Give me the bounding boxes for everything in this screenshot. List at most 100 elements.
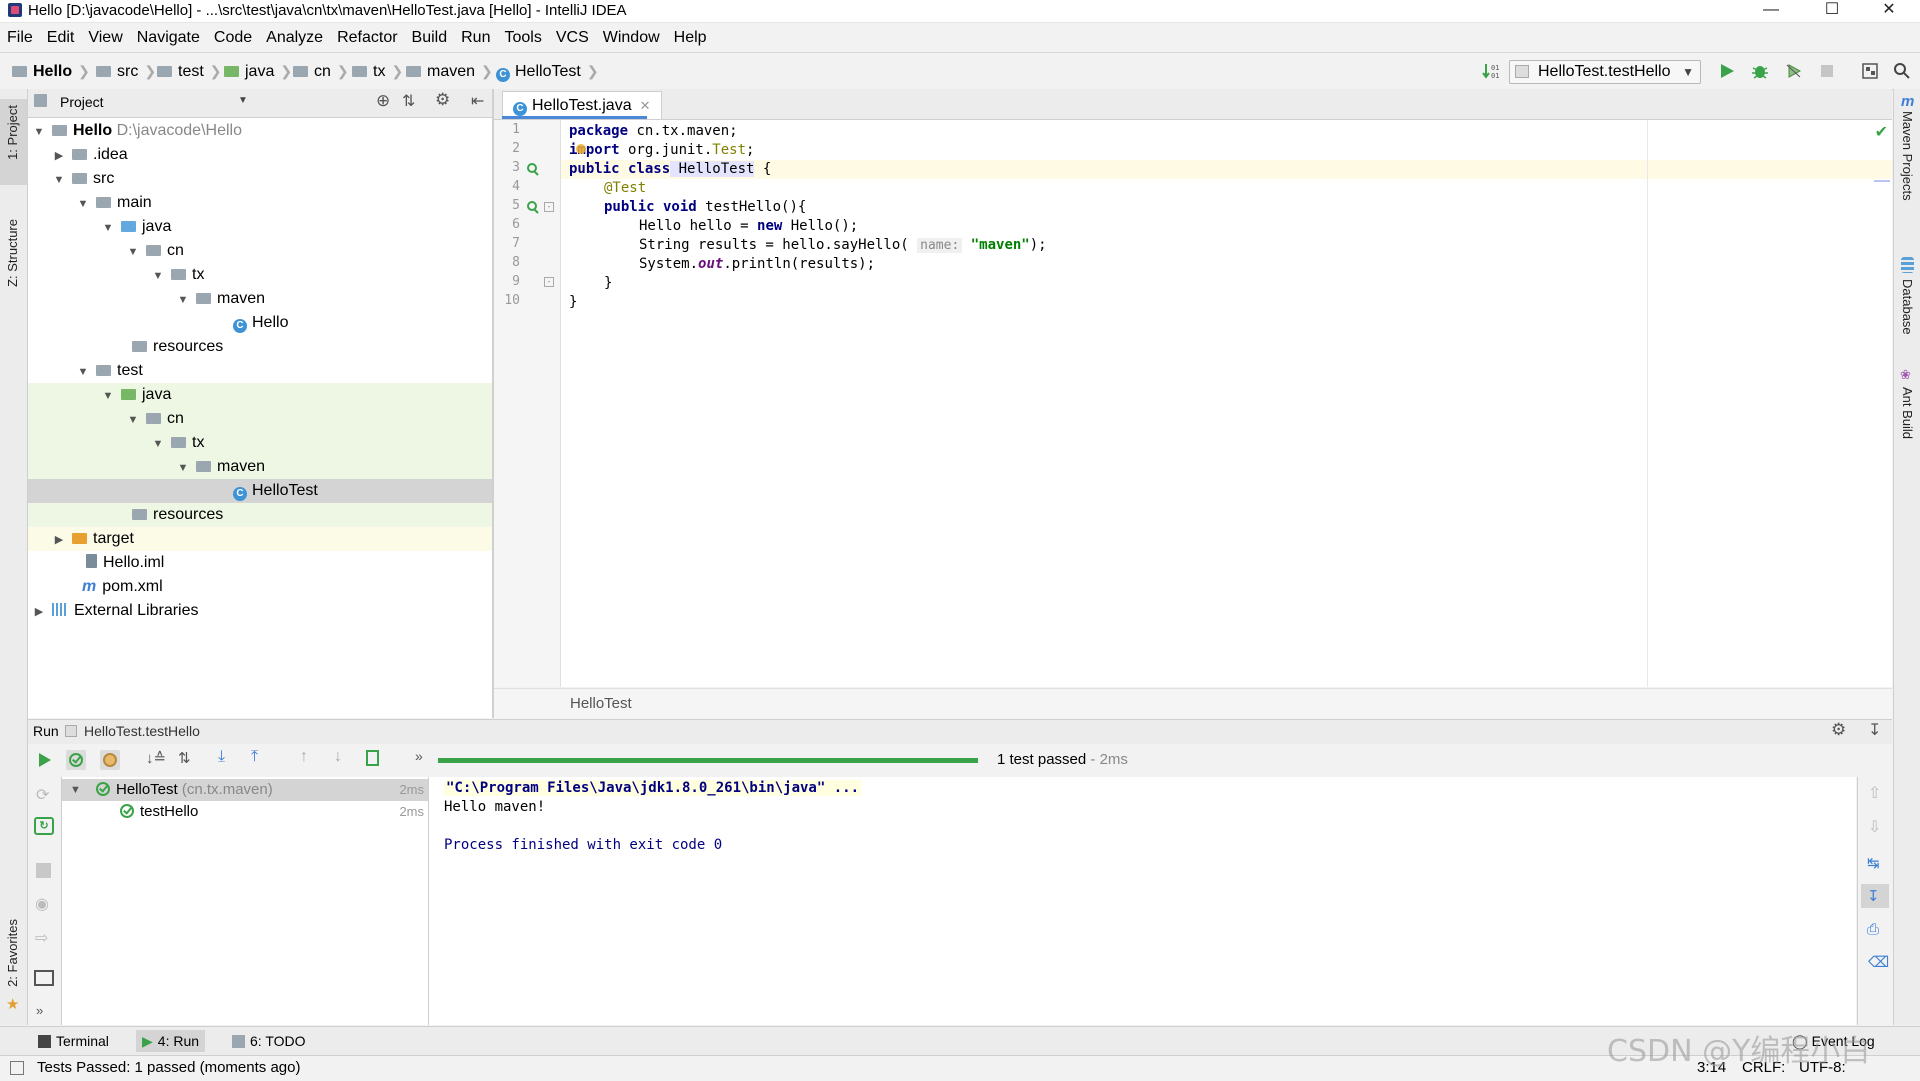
breadcrumb-cn[interactable]: cn ❯	[293, 53, 349, 89]
project-panel-title[interactable]: Project	[60, 94, 104, 110]
camera-icon[interactable]: ◉	[35, 894, 49, 914]
test-row-hellotest[interactable]: ▼ HelloTest (cn.tx.maven) 2ms	[62, 779, 428, 801]
tree-item-pom[interactable]: m pom.xml	[28, 575, 492, 599]
tab-ant-build[interactable]: Ant Build	[1900, 387, 1915, 439]
menu-edit[interactable]: Edit	[40, 23, 82, 53]
menu-code[interactable]: Code	[207, 23, 259, 53]
tab-todo[interactable]: 6: TODO	[226, 1030, 312, 1052]
fold-icon[interactable]: -	[544, 202, 554, 212]
close-button[interactable]: ✕	[1866, 0, 1912, 22]
project-structure-icon[interactable]	[1861, 62, 1879, 80]
stop-icon[interactable]	[36, 863, 51, 878]
menu-view[interactable]: View	[81, 23, 129, 53]
tree-item-main-resources[interactable]: resources	[28, 335, 492, 359]
tree-item-test-java[interactable]: ▼ java	[28, 383, 492, 407]
breadcrumb-src[interactable]: src ❯	[96, 53, 156, 89]
settings-gear-icon[interactable]: ⚙	[435, 90, 450, 110]
tree-item-main-java[interactable]: ▼ java	[28, 215, 492, 239]
editor-footer-label[interactable]: HelloTest	[570, 695, 632, 712]
tree-item-test-tx[interactable]: ▼ tx	[28, 431, 492, 455]
tree-item-test-resources[interactable]: resources	[28, 503, 492, 527]
breadcrumb-test[interactable]: test ❯	[157, 53, 222, 89]
menu-help[interactable]: Help	[667, 23, 714, 53]
tree-item-main-tx[interactable]: ▼ tx	[28, 263, 492, 287]
tree-item-test[interactable]: ▼ test	[28, 359, 492, 383]
expand-all-icon[interactable]: ⤓	[218, 748, 225, 766]
layout-icon[interactable]	[34, 970, 54, 986]
scroll-to-end-icon[interactable]: ↧	[1867, 887, 1880, 905]
locate-icon[interactable]: ⊕	[376, 91, 390, 111]
previous-failed-icon[interactable]: ↑	[300, 748, 308, 766]
show-ignored-icon[interactable]	[103, 753, 117, 767]
run-test-gutter-icon[interactable]	[526, 162, 540, 176]
clear-all-icon[interactable]: ⌫	[1868, 953, 1889, 971]
show-passed-icon[interactable]	[69, 753, 83, 767]
print-icon[interactable]: ⎙	[1867, 921, 1879, 938]
exit-icon[interactable]: ⇨	[35, 928, 48, 948]
tree-item-external-libraries[interactable]: ▶ External Libraries	[28, 599, 492, 623]
toggle-auto-test-icon[interactable]: ⟳	[36, 785, 49, 805]
soft-wrap-icon[interactable]: ↹	[1867, 854, 1880, 872]
debug-icon[interactable]	[1751, 62, 1769, 80]
code-editor[interactable]: package cn.tx.maven; import org.junit.Te…	[561, 120, 1892, 687]
breadcrumb-maven[interactable]: maven ❯	[406, 53, 493, 89]
hide-panel-icon[interactable]: ⇤	[471, 91, 484, 111]
settings-gear-icon[interactable]: ⚙	[1831, 720, 1846, 740]
sort-by-duration-icon[interactable]: ⇅	[178, 749, 191, 767]
tree-item-hellotest-class[interactable]: C HelloTest	[28, 479, 492, 503]
breadcrumb-tx[interactable]: tx ❯	[352, 53, 403, 89]
sort-alphabetically-icon[interactable]: ↓≙	[146, 749, 166, 767]
tree-item-target[interactable]: ▶ target	[28, 527, 492, 551]
hide-panel-icon[interactable]: ↧	[1868, 720, 1881, 740]
maximize-button[interactable]: ☐	[1809, 0, 1855, 22]
test-row-testhello[interactable]: testHello 2ms	[62, 801, 428, 823]
editor-tab-hellotest[interactable]: C HelloTest.java ✕	[502, 91, 662, 119]
stop-icon[interactable]	[1818, 62, 1836, 80]
fold-icon[interactable]: -	[544, 277, 554, 287]
vcs-update-icon[interactable]: 0101	[1482, 62, 1500, 80]
breadcrumb-java[interactable]: java ❯	[224, 53, 292, 89]
breadcrumb-hellotest[interactable]: C HelloTest ❯	[496, 53, 599, 89]
run-configuration-select[interactable]: HelloTest.testHello ▼	[1509, 60, 1701, 84]
tree-item-root[interactable]: ▼ Hello D:\javacode\Hello	[28, 119, 492, 143]
menu-tools[interactable]: Tools	[497, 23, 548, 53]
run-with-coverage-icon[interactable]	[1785, 62, 1803, 80]
tree-item-idea[interactable]: ▶ .idea	[28, 143, 492, 167]
more-icon[interactable]: »	[415, 748, 423, 764]
run-config-tab[interactable]: HelloTest.testHello	[84, 723, 200, 739]
tab-maven-projects[interactable]: Maven Projects	[1900, 111, 1915, 201]
export-results-icon[interactable]	[366, 750, 379, 766]
tree-item-hello-iml[interactable]: Hello.iml	[28, 551, 492, 575]
next-failed-icon[interactable]: ↓	[334, 748, 342, 766]
tree-item-hello-class[interactable]: C Hello	[28, 311, 492, 335]
tree-item-src[interactable]: ▼ src	[28, 167, 492, 191]
tree-item-main[interactable]: ▼ main	[28, 191, 492, 215]
menu-analyze[interactable]: Analyze	[259, 23, 330, 53]
tab-structure[interactable]: Z: Structure	[5, 219, 20, 287]
tool-window-toggle-icon[interactable]	[10, 1061, 24, 1075]
rerun-icon[interactable]	[36, 752, 52, 768]
rerun-failed-icon[interactable]: ↻	[34, 817, 54, 835]
tab-database[interactable]: Database	[1900, 279, 1915, 335]
minimize-button[interactable]: —	[1748, 0, 1794, 22]
tree-item-main-cn[interactable]: ▼ cn	[28, 239, 492, 263]
collapse-all-icon[interactable]: ⇅	[402, 91, 415, 111]
tab-run[interactable]: ▶ 4: Run	[136, 1030, 206, 1052]
status-message[interactable]: Tests Passed: 1 passed (moments ago)	[37, 1059, 300, 1076]
menu-navigate[interactable]: Navigate	[130, 23, 207, 53]
menu-file[interactable]: File	[0, 23, 40, 53]
tree-item-test-maven[interactable]: ▼ maven	[28, 455, 492, 479]
breadcrumb-hello[interactable]: Hello ❯	[12, 53, 90, 89]
collapse-all-icon[interactable]: ⤒	[251, 748, 258, 766]
tab-terminal[interactable]: Terminal	[32, 1030, 115, 1052]
console-output[interactable]: "C:\Program Files\Java\jdk1.8.0_261\bin\…	[429, 777, 1856, 1025]
close-tab-icon[interactable]: ✕	[640, 98, 651, 113]
menu-window[interactable]: Window	[596, 23, 667, 53]
run-icon[interactable]	[1718, 62, 1736, 80]
tab-project[interactable]: 1: Project	[5, 105, 20, 160]
more-icon[interactable]: »	[36, 1003, 43, 1018]
intention-bulb-icon[interactable]	[576, 144, 586, 154]
search-everywhere-icon[interactable]	[1893, 62, 1911, 80]
chevron-down-icon[interactable]: ▼	[238, 95, 248, 106]
menu-build[interactable]: Build	[405, 23, 455, 53]
